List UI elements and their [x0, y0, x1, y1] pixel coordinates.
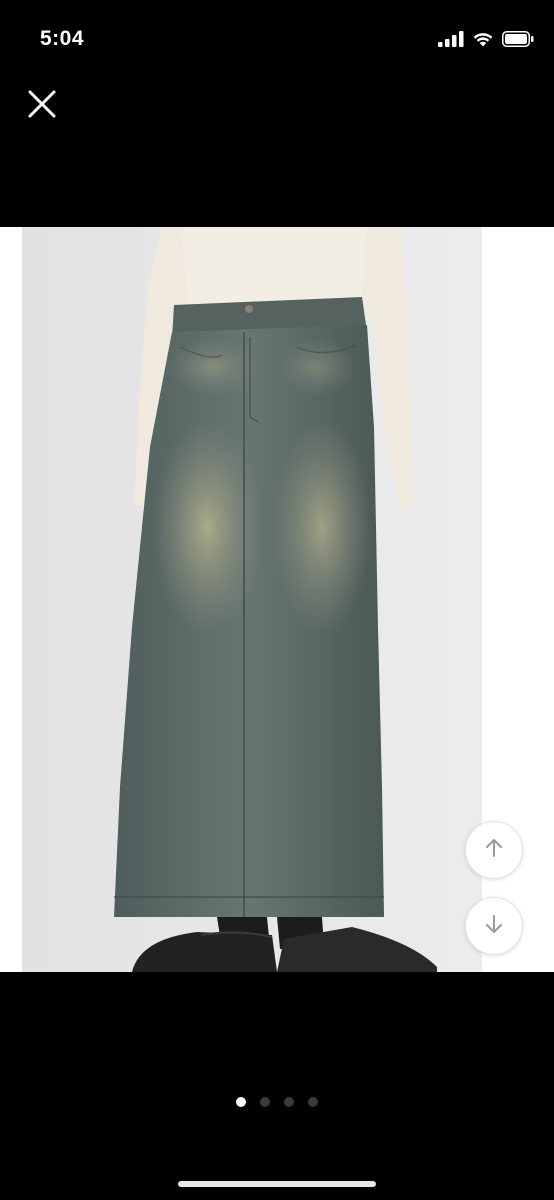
status-bar: 5:04: [0, 0, 554, 80]
wifi-icon: [472, 31, 494, 52]
scroll-up-button[interactable]: [465, 821, 523, 879]
status-time: 5:04: [40, 27, 85, 50]
home-indicator[interactable]: [178, 1181, 376, 1187]
page-dot-1[interactable]: [236, 1097, 246, 1107]
arrow-up-icon: [483, 837, 505, 864]
product-photo: [22, 227, 482, 972]
arrow-down-icon: [483, 913, 505, 940]
close-button[interactable]: [22, 86, 62, 126]
status-icons: [438, 30, 534, 52]
page-dot-2[interactable]: [260, 1097, 270, 1107]
battery-icon: [502, 30, 534, 52]
page-indicator[interactable]: [0, 1095, 554, 1109]
scroll-down-button[interactable]: [465, 897, 523, 955]
close-icon: [27, 89, 57, 124]
page-dot-4[interactable]: [308, 1097, 318, 1107]
cellular-signal-icon: [438, 30, 464, 52]
page-dot-3[interactable]: [284, 1097, 294, 1107]
